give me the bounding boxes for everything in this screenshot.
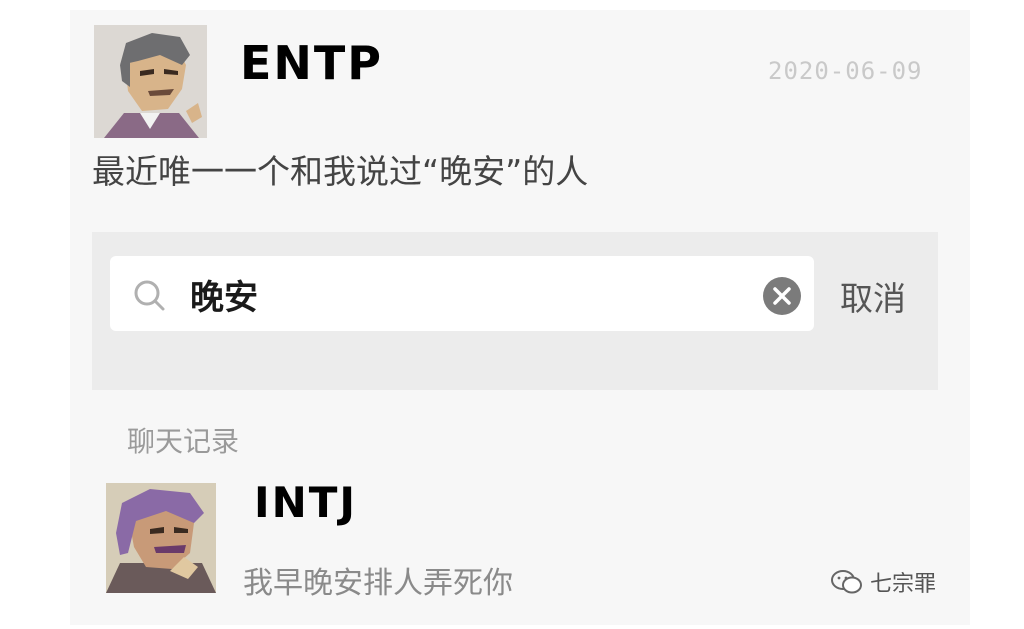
result-avatar[interactable] [106,483,216,593]
result-preview[interactable]: 我早晚安排人弄死你 [243,558,513,602]
message-text: 最近唯一一个和我说过“晚安”的人 [92,152,589,191]
message-date: 2020-06-09 [768,57,923,85]
clear-icon[interactable] [762,276,802,316]
section-label-chat-history: 聊天记录 [127,425,240,458]
sender-name: ENTP [240,36,384,90]
search-icon [134,280,165,311]
search-query[interactable]: 晚安 [190,270,258,319]
wechat-icon [831,570,862,594]
sender-avatar-illustration [94,25,207,138]
sender-avatar[interactable] [94,25,207,138]
result-name: INTJ [254,478,358,527]
watermark: 七宗罪 [830,566,936,598]
result-avatar-illustration [106,483,216,593]
cancel-button[interactable]: 取消 [840,272,906,320]
watermark-text: 七宗罪 [870,572,937,597]
